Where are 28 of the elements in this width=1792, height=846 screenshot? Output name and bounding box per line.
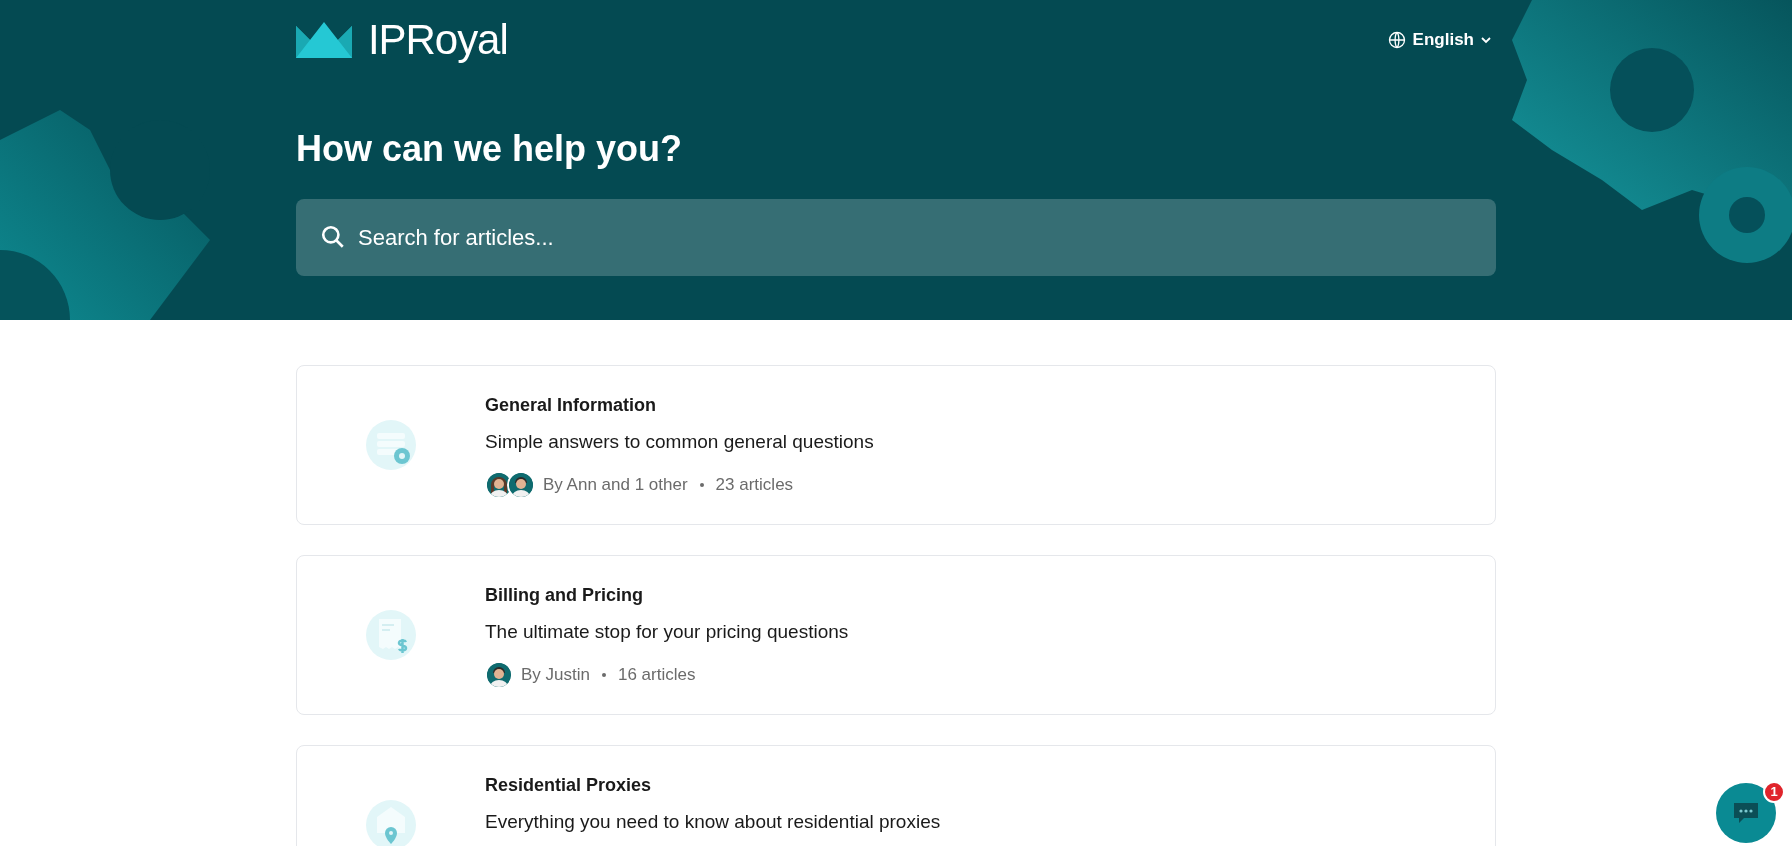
authors-text: By Ann and 1 other xyxy=(543,473,688,496)
search-icon xyxy=(320,224,346,250)
bullet-icon xyxy=(602,672,606,677)
collection-card[interactable]: Billing and Pricing The ultimate stop for your pricing questions By Justin 16 articles xyxy=(296,555,1496,715)
collection-card[interactable]: General Information Simple answers to common general questions By Ann and 1 other 23 articles xyxy=(296,365,1496,525)
collection-title: General Information xyxy=(485,394,658,417)
page-heading: How can we help you? xyxy=(296,127,684,171)
settings-icon xyxy=(365,419,417,471)
chevron-down-icon xyxy=(1480,34,1492,46)
notification-badge: 1 xyxy=(1763,781,1785,803)
article-count: 16 articles xyxy=(618,663,696,686)
authors-text: By Justin xyxy=(521,663,590,686)
collection-description: The ultimate stop for your pricing questions xyxy=(485,620,849,644)
logo-text: IPRoyal xyxy=(368,19,508,61)
globe-icon xyxy=(1386,30,1407,50)
crown-logo-icon xyxy=(296,22,352,58)
article-count: 23 articles xyxy=(715,473,794,496)
bullet-icon xyxy=(699,482,704,487)
receipt-icon xyxy=(365,609,417,661)
location-pin-icon xyxy=(365,799,417,846)
collection-description: Everything you need to know about residential proxies xyxy=(485,810,941,834)
chat-bubble-icon xyxy=(1732,801,1760,825)
language-selector[interactable]: English xyxy=(1386,27,1492,53)
collection-title: Residential Proxies xyxy=(485,774,653,797)
collection-card[interactable]: Residential Proxies Everything you need to know about residential proxies xyxy=(296,745,1496,846)
collection-title: Billing and Pricing xyxy=(485,584,644,607)
collection-description: Simple answers to common general questions xyxy=(485,430,874,454)
chat-button[interactable] xyxy=(1716,783,1776,843)
